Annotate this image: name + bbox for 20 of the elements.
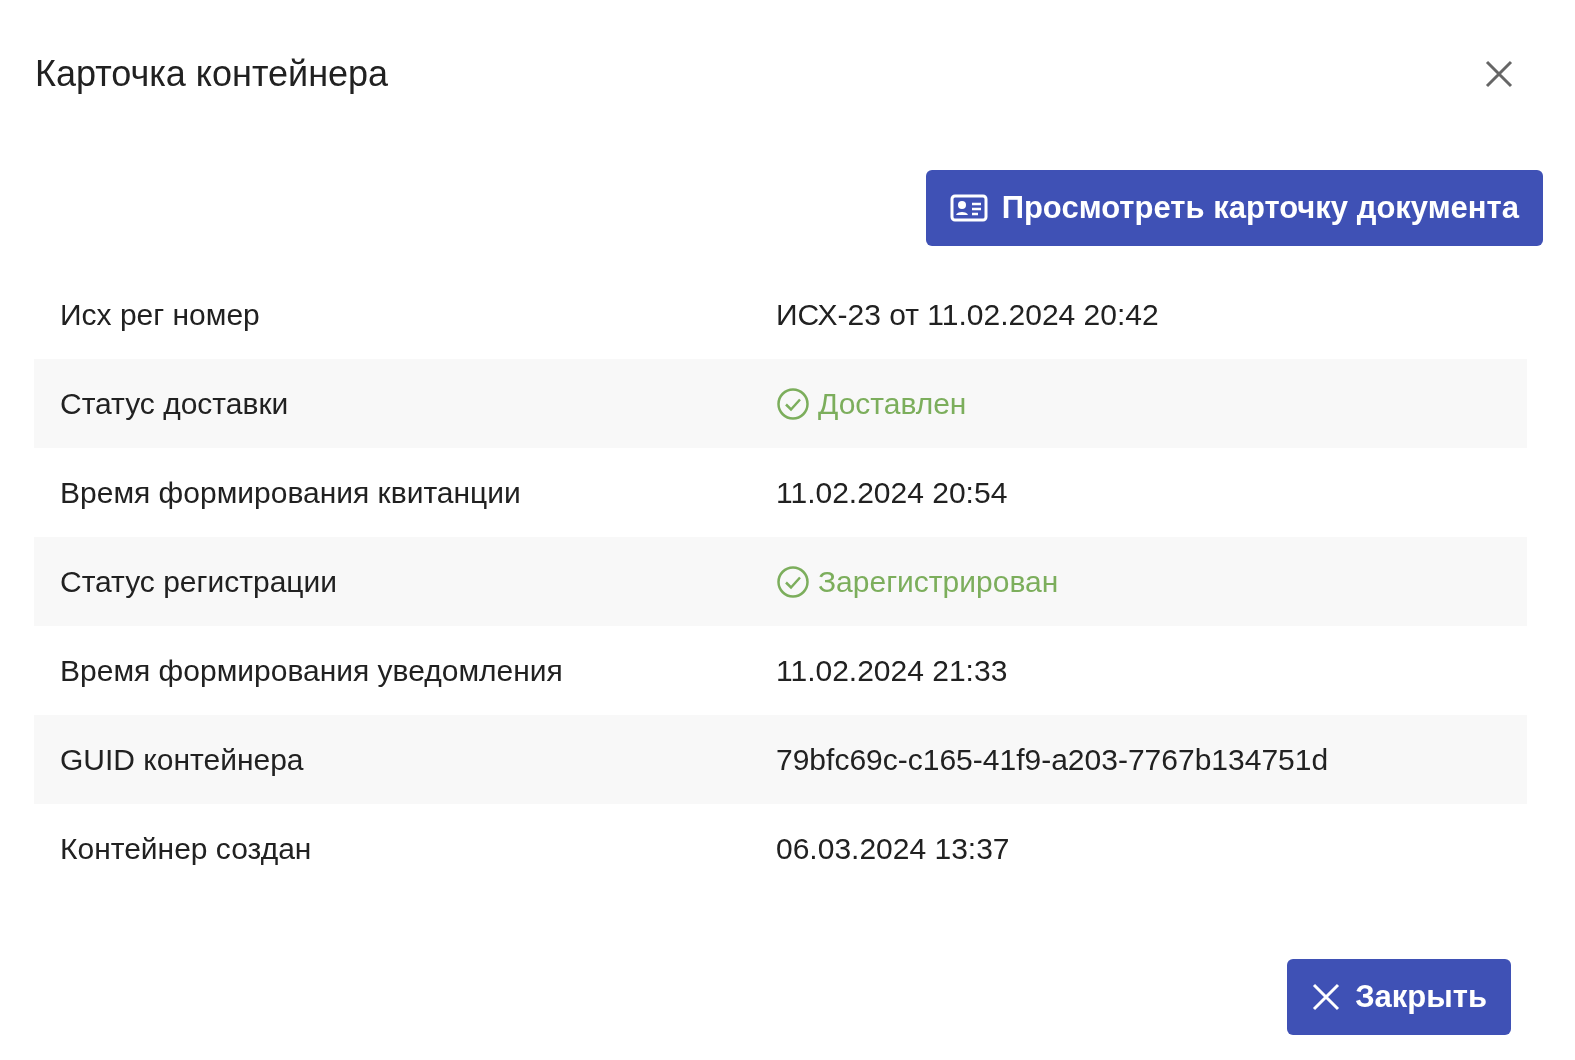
id-card-icon [949,194,988,222]
status-value: Доставлен [818,386,967,421]
field-label: GUID контейнера [59,742,305,777]
field-label: Статус доставки [59,386,290,421]
field-value: 11.02.2024 21:33 [776,653,1008,688]
close-icon[interactable] [1483,58,1515,90]
view-document-button[interactable]: Просмотреть карточку документа [925,170,1543,246]
field-value: ИСХ-23 от 11.02.2024 20:42 [776,297,1159,332]
field-label: Исх рег номер [59,297,261,332]
close-icon [1311,982,1342,1012]
field-value: 11.02.2024 20:54 [776,475,1008,510]
field-value: 79bfc69c-c165-41f9-a203-7767b134751d [776,742,1329,777]
close-button[interactable]: Закрыть [1287,959,1511,1035]
field-label: Статус регистрации [59,564,339,599]
field-value: 06.03.2024 13:37 [776,831,1010,866]
dialog-title: Карточка контейнера [35,53,389,95]
field-label: Контейнер создан [59,831,313,866]
field-label: Время формирования уведомления [59,653,564,688]
field-label: Время формирования квитанции [59,475,522,510]
status-value: Зарегистрирован [818,564,1059,599]
